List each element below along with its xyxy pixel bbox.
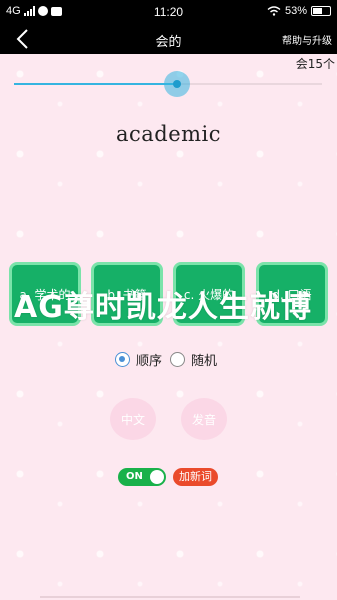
order-selector: 顺序 随机 bbox=[115, 350, 225, 369]
sequential-label: 顺序 bbox=[136, 354, 163, 369]
known-count-label: 会15个 bbox=[295, 57, 335, 71]
progress-fill bbox=[14, 83, 178, 85]
bottom-divider bbox=[40, 596, 300, 598]
toggle-knob bbox=[150, 470, 164, 484]
chinese-button[interactable]: 中文 bbox=[110, 398, 156, 440]
random-label: 随机 bbox=[191, 354, 218, 369]
on-toggle[interactable]: ON bbox=[118, 468, 166, 486]
toggle-label: ON bbox=[126, 471, 143, 482]
wifi-icon bbox=[267, 6, 281, 16]
overlay-watermark: AG尊时凯龙人生就博 bbox=[14, 290, 312, 325]
status-right: 53% bbox=[267, 5, 331, 17]
title-bar: 会的 帮助与升级 bbox=[0, 24, 337, 54]
battery-icon bbox=[311, 6, 331, 16]
battery-percent: 53% bbox=[284, 5, 307, 17]
help-upgrade-link[interactable]: 帮助与升级 bbox=[282, 32, 332, 47]
current-word: academic bbox=[115, 122, 222, 146]
progress-slider[interactable] bbox=[14, 71, 322, 97]
status-bar: 4G 11:20 53% bbox=[0, 0, 337, 24]
pronounce-button[interactable]: 发音 bbox=[181, 398, 227, 440]
random-radio[interactable] bbox=[170, 352, 186, 367]
add-word-button[interactable]: 加新词 bbox=[173, 468, 218, 486]
sequential-radio[interactable] bbox=[115, 352, 130, 367]
